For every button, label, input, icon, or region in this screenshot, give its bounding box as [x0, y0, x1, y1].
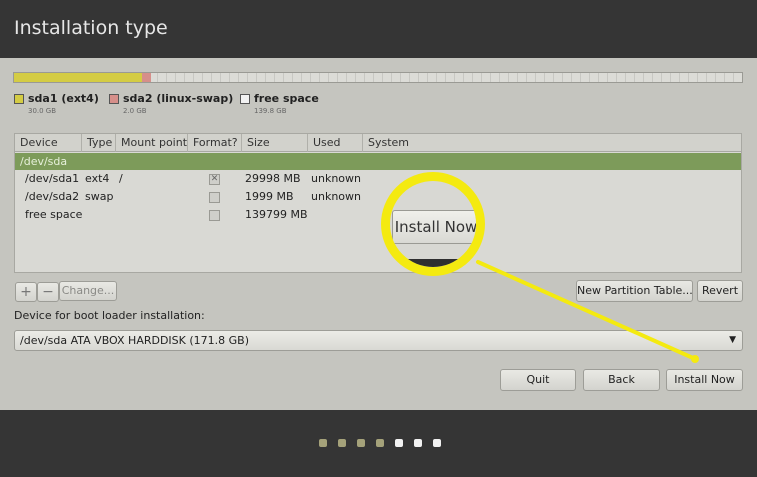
legend-label: free space: [254, 92, 319, 105]
legend-swatch: [109, 94, 119, 104]
cell-size: 29998 MB: [245, 172, 301, 185]
legend-size: 139.8 GB: [254, 107, 287, 115]
installer-panel: sda1 (ext4) 30.0 GB sda2 (linux-swap) 2.…: [0, 58, 757, 410]
page-title: Installation type: [14, 17, 168, 39]
column-header-type[interactable]: Type: [82, 134, 116, 152]
revert-button[interactable]: Revert: [697, 280, 743, 302]
cell-device: /dev/sda2: [25, 190, 80, 203]
dropdown-arrow-icon: ▼: [729, 335, 736, 345]
column-header-used[interactable]: Used: [308, 134, 363, 152]
progress-dot-done: [376, 439, 384, 447]
progress-dot-todo: [414, 439, 422, 447]
format-checkbox[interactable]: [209, 210, 220, 221]
cell-type: swap: [85, 190, 114, 203]
table-row[interactable]: /dev/sda2 swap 1999 MB unknown: [15, 188, 741, 206]
remove-partition-button[interactable]: −: [37, 282, 59, 302]
new-partition-table-button[interactable]: New Partition Table...: [576, 280, 693, 302]
column-header-mount-point[interactable]: Mount point: [116, 134, 188, 152]
column-header-format[interactable]: Format?: [188, 134, 242, 152]
zoom-callout: Install Now: [381, 172, 485, 276]
progress-dot-done: [319, 439, 327, 447]
boot-loader-selected-value: /dev/sda ATA VBOX HARDDISK (171.8 GB): [20, 334, 250, 347]
table-row[interactable]: /dev/sda1 ext4 / ✕ 29998 MB unknown: [15, 170, 741, 188]
boot-loader-device-select[interactable]: /dev/sda ATA VBOX HARDDISK (171.8 GB) ▼: [14, 330, 743, 351]
progress-dot-done: [357, 439, 365, 447]
legend-swatch: [14, 94, 24, 104]
legend-swatch: [240, 94, 250, 104]
install-now-button[interactable]: Install Now: [666, 369, 743, 391]
format-checkbox[interactable]: ✕: [209, 174, 220, 185]
cell-size: 139799 MB: [245, 208, 308, 221]
column-header-size[interactable]: Size: [242, 134, 308, 152]
callout-install-now-button: Install Now: [392, 210, 476, 244]
progress-dot-todo: [395, 439, 403, 447]
cell-used: unknown: [311, 172, 361, 185]
progress-dot-done: [338, 439, 346, 447]
cell-device: /dev/sda1: [25, 172, 80, 185]
cell-size: 1999 MB: [245, 190, 294, 203]
title-bar: Installation type: [0, 0, 757, 58]
quit-button[interactable]: Quit: [500, 369, 576, 391]
column-header-system[interactable]: System: [363, 134, 743, 152]
partition-segment-sda2: [142, 73, 151, 82]
add-partition-button[interactable]: +: [15, 282, 37, 302]
cell-used: unknown: [311, 190, 361, 203]
legend-size: 30.0 GB: [28, 107, 57, 115]
partition-bar: [13, 72, 743, 83]
back-button[interactable]: Back: [583, 369, 660, 391]
cell-device: free space: [25, 208, 83, 221]
legend-label: sda2 (linux-swap): [123, 92, 234, 105]
table-header: Device Type Mount point Format? Size Use…: [15, 134, 741, 152]
progress-dot-todo: [433, 439, 441, 447]
partition-table: Device Type Mount point Format? Size Use…: [14, 133, 742, 273]
disk-group-row[interactable]: /dev/sda: [15, 153, 741, 170]
cell-mount: /: [119, 172, 123, 185]
format-checkbox[interactable]: [209, 192, 220, 203]
partition-segment-sda1: [14, 73, 142, 82]
legend-label: sda1 (ext4): [28, 92, 99, 105]
column-header-device[interactable]: Device: [15, 134, 82, 152]
table-row[interactable]: free space 139799 MB: [15, 206, 741, 224]
boot-loader-label: Device for boot loader installation:: [14, 309, 205, 322]
cell-type: ext4: [85, 172, 110, 185]
legend-size: 2.0 GB: [123, 107, 147, 115]
change-partition-button[interactable]: Change...: [59, 281, 117, 301]
